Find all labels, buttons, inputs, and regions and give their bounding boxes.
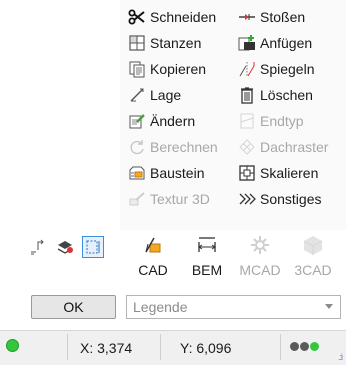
position-icon <box>126 85 148 105</box>
module-toolbar: CAD BEM MCAD 3CAD <box>0 230 346 290</box>
menu-item-loeschen[interactable]: Löschen <box>236 82 328 108</box>
trash-icon <box>236 85 258 105</box>
menu-item-label: Berechnen <box>150 139 218 155</box>
menu-item-spiegeln[interactable]: Spiegeln <box>236 56 328 82</box>
menu-column-right: Stoßen Anfügen Spiegeln Löschen Endtyp D… <box>236 4 328 212</box>
menu-item-label: Dachraster <box>260 139 329 155</box>
action-row: OK Legende <box>0 294 346 322</box>
menu-item-label: Textur 3D <box>150 191 210 207</box>
menu-item-label: Löschen <box>260 87 313 103</box>
block-icon <box>126 163 148 183</box>
3cad-button[interactable]: 3CAD <box>287 234 339 284</box>
menu-item-label: Ändern <box>150 113 196 129</box>
append-icon <box>236 33 258 53</box>
scale-icon <box>236 163 258 183</box>
menu-item-label: Spiegeln <box>260 61 315 77</box>
status-divider <box>160 334 161 360</box>
menu-item-label: Lage <box>150 87 182 103</box>
mcad-button[interactable]: MCAD <box>234 234 286 284</box>
mirror-icon <box>236 59 258 79</box>
menu-item-label: Baustein <box>150 165 205 181</box>
legend-dropdown[interactable]: Legende <box>126 295 341 319</box>
scissors-icon <box>126 7 148 27</box>
menu-item-label: Skalieren <box>260 165 319 181</box>
chevron-down-icon <box>325 304 333 309</box>
status-bar: X: 3,374 Y: 6,096 .:i <box>0 330 346 365</box>
status-divider <box>280 334 281 360</box>
dimension-icon <box>196 234 218 259</box>
cad-icon <box>142 234 164 259</box>
menu-item-sonstiges[interactable]: Sonstiges <box>236 186 328 212</box>
legend-value: Legende <box>133 299 188 315</box>
menu-item-label: Kopieren <box>150 61 207 77</box>
modify-icon <box>126 111 148 131</box>
menu-item-kopieren[interactable]: Kopieren <box>126 56 218 82</box>
mcad-icon <box>249 234 271 259</box>
copy-icon <box>126 59 148 79</box>
menu-item-stossen[interactable]: Stoßen <box>236 4 328 30</box>
menu-item-baustein[interactable]: Baustein <box>126 160 218 186</box>
status-indicator-icon <box>6 339 19 352</box>
punch-icon <box>126 33 148 53</box>
menu-item-label: Sonstiges <box>260 191 322 207</box>
y-coordinate: Y: 6,096 <box>180 340 232 356</box>
toolbar-small-icons <box>26 236 104 258</box>
3cad-icon <box>302 234 324 259</box>
roof-grid-icon <box>236 137 258 157</box>
calculate-icon <box>126 137 148 157</box>
menu-column-left: Schneiden Stanzen Kopieren Lage Ändern B… <box>126 4 218 212</box>
menu-item-label: Stanzen <box>150 35 202 51</box>
menu-item-aendern[interactable]: Ändern <box>126 108 218 134</box>
menu-item-endtyp[interactable]: Endtyp <box>236 108 328 134</box>
menu-item-label: Anfügen <box>260 35 313 51</box>
x-coordinate: X: 3,374 <box>80 340 133 356</box>
3cad-label: 3CAD <box>294 262 332 278</box>
menu-item-schneiden[interactable]: Schneiden <box>126 4 218 30</box>
cad-button[interactable]: CAD <box>127 234 179 284</box>
menu-item-label: Endtyp <box>260 113 304 129</box>
bem-label: BEM <box>191 262 223 278</box>
menu-item-lage[interactable]: Lage <box>126 82 218 108</box>
end-type-icon <box>236 111 258 131</box>
cad-label: CAD <box>138 262 168 278</box>
ok-button[interactable]: OK <box>31 295 116 319</box>
menu-item-skalieren[interactable]: Skalieren <box>236 160 328 186</box>
texture-3d-icon <box>126 189 148 209</box>
menu-item-stanzen[interactable]: Stanzen <box>126 30 218 56</box>
menu-item-berechnen[interactable]: Berechnen <box>126 134 218 160</box>
menu-item-anfuegen[interactable]: Anfügen <box>236 30 328 56</box>
menu-item-dachraster[interactable]: Dachraster <box>236 134 328 160</box>
menu-item-textur-3d[interactable]: Textur 3D <box>126 186 218 212</box>
bem-button[interactable]: BEM <box>181 234 233 284</box>
join-icon <box>236 7 258 27</box>
chevrons-right-icon <box>236 189 258 209</box>
resize-grip-icon[interactable]: .:i <box>338 352 343 362</box>
menu-item-label: Stoßen <box>260 9 306 25</box>
selection-icon[interactable] <box>82 236 104 258</box>
status-cell-empty <box>26 334 68 360</box>
edit-menu-panel: Schneiden Stanzen Kopieren Lage Ändern B… <box>120 0 346 230</box>
mcad-label: MCAD <box>239 262 281 278</box>
snap-icon[interactable] <box>26 236 48 258</box>
network-status-icon[interactable] <box>290 342 319 351</box>
layers-icon[interactable] <box>54 236 76 258</box>
menu-item-label: Schneiden <box>150 9 217 25</box>
